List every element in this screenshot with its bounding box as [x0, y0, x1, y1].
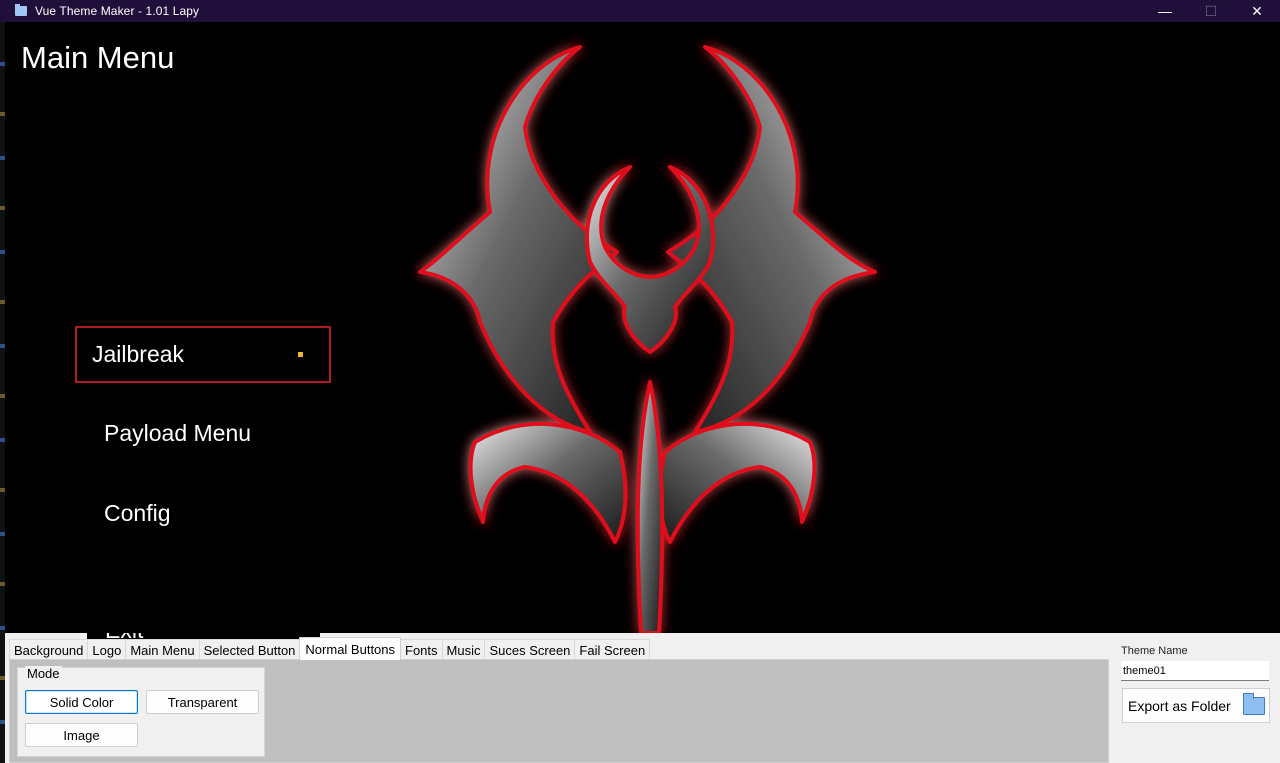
selection-cursor-icon [298, 352, 303, 357]
minimize-icon[interactable]: — [1142, 0, 1188, 22]
export-label: Export as Folder [1128, 697, 1231, 714]
export-as-folder-button[interactable]: Export as Folder [1122, 688, 1270, 723]
theme-name-label: Theme Name [1121, 645, 1188, 657]
solid-color-button[interactable]: Solid Color [25, 690, 138, 714]
tab-main-menu[interactable]: Main Menu [125, 639, 200, 660]
menu-button-payload-menu[interactable]: Payload Menu [104, 413, 251, 453]
mode-group: Mode Solid Color Transparent Image [17, 666, 265, 757]
tab-fail-screen[interactable]: Fail Screen [574, 639, 651, 660]
theme-preview: Main Menu Jailbreak Payload Menu Config [5, 22, 1280, 633]
close-icon[interactable]: ✕ [1234, 0, 1280, 22]
menu-button-jailbreak[interactable]: Jailbreak [75, 326, 331, 383]
tab-suces-screen[interactable]: Suces Screen [484, 639, 576, 660]
tab-music[interactable]: Music [441, 639, 486, 660]
menu-button-label: Config [104, 499, 171, 526]
window-title: Vue Theme Maker - 1.01 Lapy [35, 4, 200, 18]
main-menu-title: Main Menu [21, 40, 175, 75]
tab-logo[interactable]: Logo [87, 639, 127, 660]
tab-normal-buttons[interactable]: Normal Buttons [299, 637, 402, 660]
tab-content: Mode Solid Color Transparent Image [9, 659, 1109, 763]
editor-panel: Exit Background Logo Main Menu Selected … [5, 633, 1280, 763]
window-controls: — ☐ ✕ [1142, 0, 1280, 22]
menu-button-config[interactable]: Config [104, 493, 170, 533]
theme-name-input[interactable] [1121, 661, 1269, 681]
settings-tabs: Background Logo Main Menu Selected Butto… [9, 637, 651, 660]
menu-button-label: Jailbreak [92, 341, 185, 367]
folder-icon [1243, 693, 1265, 715]
tab-background[interactable]: Background [9, 639, 89, 660]
app-folder-icon [15, 4, 27, 16]
mode-legend: Mode [25, 666, 62, 681]
title-bar: Vue Theme Maker - 1.01 Lapy — ☐ ✕ [0, 0, 1280, 22]
tab-selected-button[interactable]: Selected Button [198, 639, 301, 660]
maximize-icon[interactable]: ☐ [1188, 0, 1234, 22]
menu-button-label: Payload Menu [104, 419, 252, 446]
image-button[interactable]: Image [25, 723, 138, 747]
transparent-button[interactable]: Transparent [146, 690, 259, 714]
tab-fonts[interactable]: Fonts [400, 639, 443, 660]
